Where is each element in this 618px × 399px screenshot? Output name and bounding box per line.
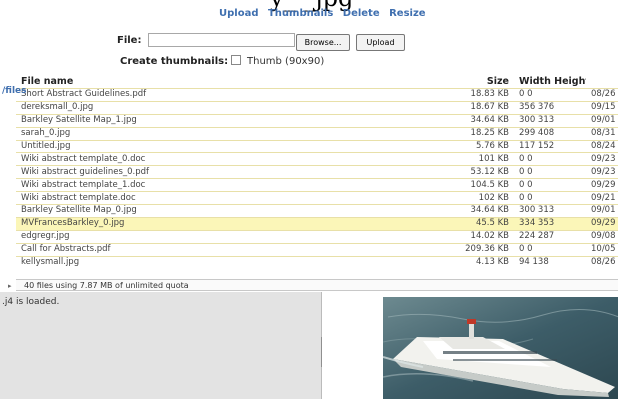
status-bar: 40 files using 7.87 MB of unlimited quot… <box>16 279 618 291</box>
file-size-cell: 5.76 KB <box>406 139 514 153</box>
tab-delete[interactable]: Delete <box>343 8 380 19</box>
column-header-size[interactable]: Size <box>406 74 514 89</box>
file-input[interactable] <box>148 33 295 47</box>
folder-path[interactable]: /files <box>2 86 27 96</box>
file-size-cell: 209.36 KB <box>406 242 514 257</box>
file-dimensions-cell: 356 376 <box>514 100 586 115</box>
file-size-cell: 34.64 KB <box>406 113 514 128</box>
file-row[interactable]: edgregr.jpg 14.02 KB 224 287 09/08 <box>16 229 618 244</box>
file-date-cell: 09/23 <box>586 165 618 179</box>
quota-summary: 40 files using 7.87 MB of unlimited quot… <box>24 281 189 290</box>
file-name-cell: Wiki abstract template_0.doc <box>16 152 406 166</box>
file-name-cell: Call for Abstracts.pdf <box>16 242 406 257</box>
file-row[interactable]: kellysmall.jpg 4.13 KB 94 138 08/26 <box>16 255 618 269</box>
ship-preview-image <box>383 297 618 399</box>
file-dimensions-cell: 0 0 <box>514 152 586 166</box>
file-date-cell: 09/29 <box>586 178 618 192</box>
file-date-cell: 08/24 <box>586 139 618 153</box>
file-name-cell: Wiki abstract template_1.doc <box>16 178 406 192</box>
file-row[interactable]: Barkley Satellite Map_0.jpg 34.64 KB 300 3… <box>16 204 618 218</box>
file-dimensions-cell: 300 313 <box>514 113 586 128</box>
file-dimensions-cell: 300 313 <box>514 204 586 218</box>
file-row[interactable]: MVFrancesBarkley_0.jpg 45.5 KB 334 353 09/2… <box>16 216 618 231</box>
file-label: File: <box>117 35 142 46</box>
file-size-cell: 45.5 KB <box>406 216 514 231</box>
file-date-cell: 09/29 <box>586 216 618 231</box>
file-size-cell: 18.25 KB <box>406 126 514 141</box>
file-row[interactable]: Wiki abstract guidelines_0.pdf 53.12 KB 0 … <box>16 165 618 179</box>
file-size-cell: 14.02 KB <box>406 229 514 244</box>
file-row[interactable]: sarah_0.jpg 18.25 KB 299 408 08/31 <box>16 126 618 141</box>
file-dimensions-cell: 334 353 <box>514 216 586 231</box>
file-row[interactable]: dereksmall_0.jpg 18.67 KB 356 376 09/15 <box>16 100 618 115</box>
thumbnail-option-label: Thumb (90x90) <box>247 56 325 67</box>
file-manager-tabs: Upload Thumbnails Delete Resize <box>219 8 432 19</box>
file-date-cell: 08/31 <box>586 126 618 141</box>
file-date-cell: 09/08 <box>586 229 618 244</box>
file-name-cell: kellysmall.jpg <box>16 255 406 269</box>
file-date-cell: 10/05 <box>586 242 618 257</box>
file-date-cell: 09/15 <box>586 100 618 115</box>
file-dimensions-cell: 0 0 <box>514 178 586 192</box>
file-dimensions-cell: 0 0 <box>514 88 586 102</box>
file-name-cell: Wiki abstract template.doc <box>16 191 406 205</box>
thumbnail-checkbox[interactable] <box>231 55 241 65</box>
file-size-cell: 104.5 KB <box>406 178 514 192</box>
tab-resize[interactable]: Resize <box>389 8 425 19</box>
file-name-cell: Short Abstract Guidelines.pdf <box>16 88 406 102</box>
file-dimensions-cell: 0 0 <box>514 191 586 205</box>
file-dimensions-cell: 224 287 <box>514 229 586 244</box>
file-name-cell: Barkley Satellite Map_0.jpg <box>16 204 406 218</box>
file-row[interactable]: Barkley Satellite Map_1.jpg 34.64 KB 300 3… <box>16 113 618 128</box>
file-size-cell: 18.83 KB <box>406 88 514 102</box>
file-name-cell: Wiki abstract guidelines_0.pdf <box>16 165 406 179</box>
file-dimensions-cell: 117 152 <box>514 139 586 153</box>
file-row[interactable]: Wiki abstract template.doc 102 KB 0 0 09/21 <box>16 191 618 205</box>
file-date-cell: 09/01 <box>586 204 618 218</box>
file-list: Short Abstract Guidelines.pdf 18.83 KB 0 0… <box>16 88 618 269</box>
file-dimensions-cell: 0 0 <box>514 165 586 179</box>
file-row[interactable]: Untitled.jpg 5.76 KB 117 152 08/24 <box>16 139 618 153</box>
file-row[interactable]: Wiki abstract template_0.doc 101 KB 0 0 09/… <box>16 152 618 166</box>
file-size-cell: 101 KB <box>406 152 514 166</box>
file-name-cell: dereksmall_0.jpg <box>16 100 406 115</box>
tab-upload[interactable]: Upload <box>219 8 258 19</box>
file-size-cell: 53.12 KB <box>406 165 514 179</box>
browse-button[interactable]: Browse... <box>296 34 350 51</box>
file-row[interactable]: Call for Abstracts.pdf 209.36 KB 0 0 10/05 <box>16 242 618 257</box>
file-dimensions-cell: 94 138 <box>514 255 586 269</box>
expand-arrow-icon[interactable]: ▸ <box>8 282 12 290</box>
file-name-cell: sarah_0.jpg <box>16 126 406 141</box>
column-header-name[interactable]: File name <box>16 74 406 89</box>
file-size-cell: 4.13 KB <box>406 255 514 269</box>
file-date-cell: 09/01 <box>586 113 618 128</box>
file-size-cell: 34.64 KB <box>406 204 514 218</box>
file-date-cell: 09/21 <box>586 191 618 205</box>
file-name-cell: MVFrancesBarkley_0.jpg <box>16 216 406 231</box>
file-row[interactable]: Wiki abstract template_1.doc 104.5 KB 0 00… <box>16 178 618 192</box>
file-name-cell: edgregr.jpg <box>16 229 406 244</box>
column-header-date[interactable] <box>586 74 618 89</box>
file-dimensions-cell: 0 0 <box>514 242 586 257</box>
file-dimensions-cell: 299 408 <box>514 126 586 141</box>
file-date-cell: 08/26 <box>586 88 618 102</box>
log-message: .j4 is loaded. <box>2 297 60 307</box>
column-header-width-height[interactable]: Width Height <box>514 74 586 89</box>
file-name-cell: Barkley Satellite Map_1.jpg <box>16 113 406 128</box>
file-date-cell: 09/23 <box>586 152 618 166</box>
file-table: File name Size Width Height Short Abstra… <box>16 74 618 269</box>
file-date-cell: 08/26 <box>586 255 618 269</box>
file-size-cell: 102 KB <box>406 191 514 205</box>
file-name-cell: Untitled.jpg <box>16 139 406 153</box>
create-thumbnails-label: Create thumbnails: <box>120 56 229 67</box>
upload-button[interactable]: Upload <box>356 34 405 51</box>
table-header-row: File name Size Width Height <box>16 74 618 89</box>
tab-thumbnails[interactable]: Thumbnails <box>268 8 333 19</box>
log-panel <box>0 292 322 399</box>
file-size-cell: 18.67 KB <box>406 100 514 115</box>
file-row[interactable]: Short Abstract Guidelines.pdf 18.83 KB 0 0… <box>16 88 618 102</box>
